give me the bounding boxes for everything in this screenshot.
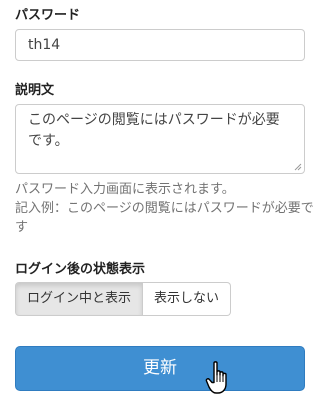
description-help: パスワード入力画面に表示されます。 記入例：このページの閲覧にはパスワードが必要…: [15, 180, 315, 237]
hand-pointer-icon: [205, 361, 227, 394]
description-help-line1: パスワード入力画面に表示されます。: [15, 182, 235, 197]
description-help-line2: 記入例：このページの閲覧にはパスワードが必要です: [15, 201, 314, 235]
description-textarea[interactable]: このページの閲覧にはパスワードが必要です。: [15, 104, 305, 174]
login-state-label: ログイン後の状態表示: [15, 262, 146, 277]
resize-grip-icon[interactable]: [294, 163, 302, 171]
password-input[interactable]: [15, 29, 305, 61]
description-label: 説明文: [15, 83, 55, 98]
password-label: パスワード: [15, 8, 81, 23]
login-state-option-show[interactable]: ログイン中と表示: [15, 282, 144, 316]
update-button[interactable]: 更新: [15, 346, 305, 391]
login-state-toggle: ログイン中と表示 表示しない: [15, 282, 232, 316]
settings-form: パスワード 説明文 このページの閲覧にはパスワードが必要です。 パスワード入力画…: [0, 0, 320, 400]
login-state-option-hide[interactable]: 表示しない: [143, 282, 232, 316]
